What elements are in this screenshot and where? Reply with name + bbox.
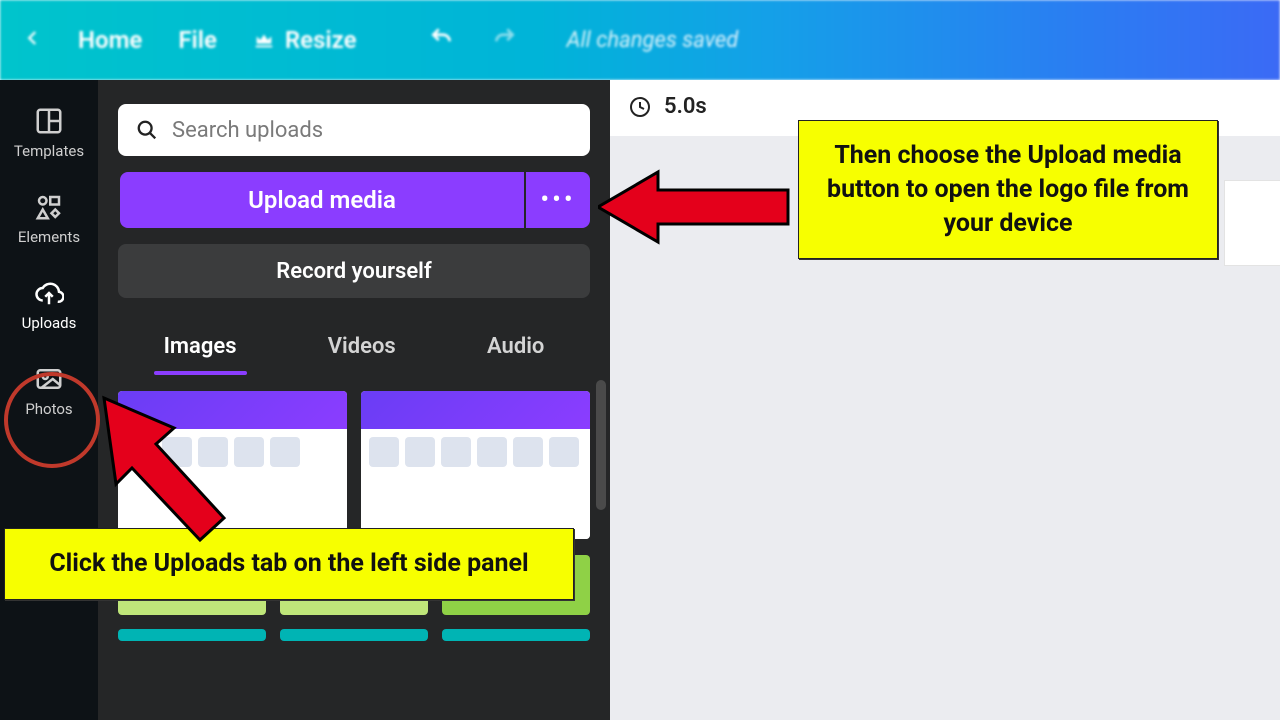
resize-label: Resize [285,26,357,54]
elements-icon [34,192,64,222]
upload-thumbnail[interactable] [280,629,428,641]
record-yourself-button[interactable]: Record yourself [118,244,590,298]
page-duration-value: 5.0s [664,94,707,119]
sidebar-item-label: Templates [14,142,84,160]
upload-thumbnail[interactable] [442,629,590,641]
annotation-arrow-upload [598,162,798,252]
photos-icon [34,364,64,394]
undo-icon[interactable] [429,25,455,55]
panel-scrollbar[interactable] [596,380,606,510]
back-icon[interactable] [24,29,42,51]
home-button[interactable]: Home [78,26,142,54]
tab-audio[interactable]: Audio [483,324,548,369]
side-rail: Templates Elements Uploads Photos Styles [0,80,98,720]
dots-icon: ••• [540,185,575,215]
history-controls [429,25,517,55]
templates-icon [34,106,64,136]
redo-icon[interactable] [491,25,517,55]
annotation-callout-uploads-tab: Click the Uploads tab on the left side p… [4,528,574,600]
upload-row: Upload media ••• [118,172,590,228]
search-input[interactable] [172,118,572,143]
annotation-arrow-uploads-tab [94,388,234,548]
sidebar-item-label: Uploads [22,314,77,332]
sidebar-item-photos[interactable]: Photos [0,348,98,434]
upload-thumbnail[interactable] [361,391,590,539]
sidebar-item-uploads[interactable]: Uploads [0,262,98,348]
upload-thumbnail[interactable] [118,629,266,641]
sidebar-item-elements[interactable]: Elements [0,176,98,262]
uploads-grid-row3 [118,629,590,641]
upload-media-more-button[interactable]: ••• [526,172,590,228]
save-status: All changes saved [567,28,739,53]
uploads-icon [34,278,64,308]
crown-icon [253,29,275,51]
file-button[interactable]: File [178,26,217,54]
sidebar-item-templates[interactable]: Templates [0,90,98,176]
upload-media-button[interactable]: Upload media [120,172,524,228]
resize-button[interactable]: Resize [253,26,357,54]
search-input-wrap[interactable] [118,104,590,156]
top-bar: Home File Resize All changes saved [0,0,1280,80]
top-nav: Home File Resize [24,26,357,54]
tab-videos[interactable]: Videos [324,324,400,369]
sidebar-item-label: Elements [18,228,80,246]
annotation-callout-upload: Then choose the Upload media button to o… [798,120,1218,259]
sidebar-item-label: Photos [25,400,72,418]
search-icon [136,118,158,142]
tab-images[interactable]: Images [160,324,241,369]
clock-icon [628,95,652,119]
canvas-page-peek[interactable] [1224,180,1280,266]
media-tabs: Images Videos Audio [118,324,590,369]
